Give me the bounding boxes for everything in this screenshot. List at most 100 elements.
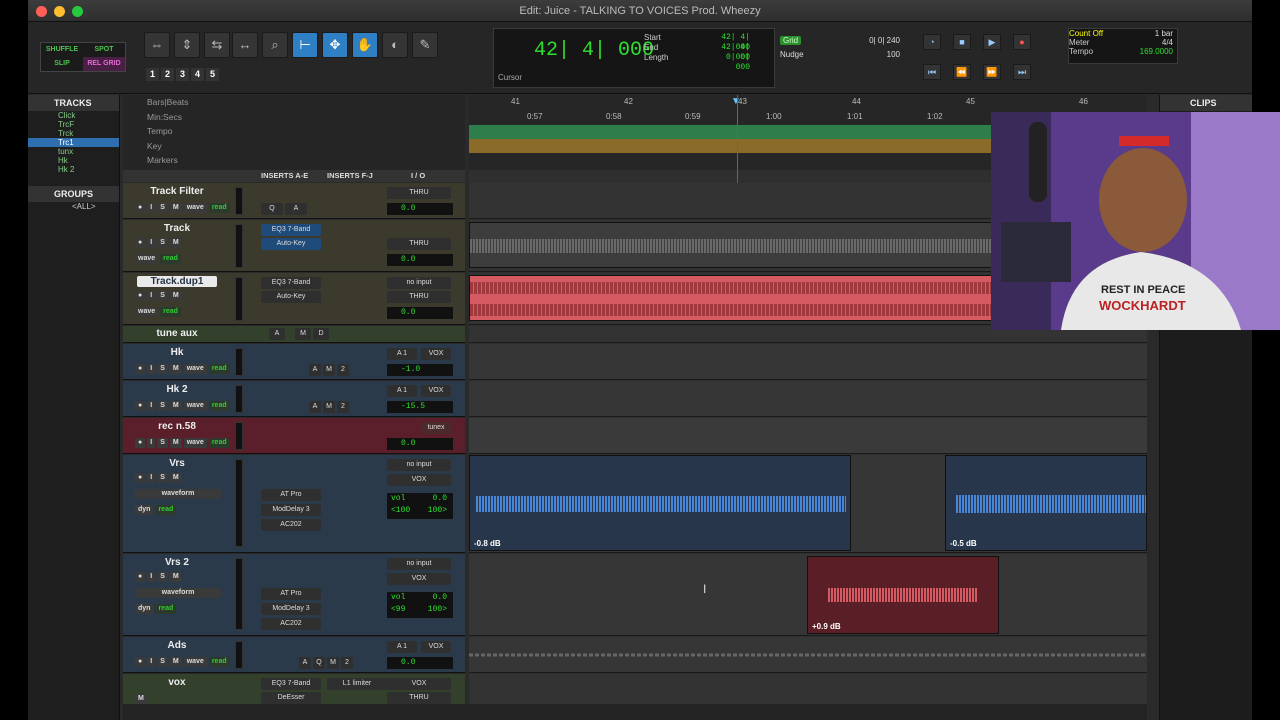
automation-mode[interactable]: read [208, 657, 230, 667]
insert-slot[interactable]: AT Pro [261, 489, 321, 501]
minimize-window-button[interactable] [54, 6, 65, 17]
volume-value[interactable]: 0.0 [387, 438, 453, 450]
insert-slot[interactable]: L1 limiter [327, 678, 387, 690]
audio-clip[interactable] [469, 222, 1009, 268]
zoom-preset-1[interactable]: 1 [146, 68, 159, 81]
input-selector[interactable]: A 1 [387, 385, 417, 397]
zoom-window-button[interactable] [72, 6, 83, 17]
insert-slot[interactable]: ModDelay 3 [261, 504, 321, 516]
view-selector[interactable]: waveform [135, 588, 221, 598]
volume-value[interactable]: 0.0 [387, 657, 453, 669]
input-monitor-button[interactable]: I [147, 203, 156, 213]
ruler-bars-beats[interactable]: Bars|Beats [123, 95, 465, 110]
volume-value[interactable]: -1.0 [387, 364, 453, 376]
insert-slot[interactable]: M [327, 657, 339, 669]
count-off-value[interactable]: 1 bar [1155, 29, 1173, 38]
view-selector[interactable]: wave [183, 401, 207, 411]
record-arm-button[interactable]: ● [135, 203, 146, 213]
lane-vox[interactable] [469, 674, 1147, 707]
automation-mode[interactable]: read [155, 505, 177, 515]
mute-button[interactable]: M [169, 657, 182, 667]
output-selector[interactable]: VOX [421, 385, 451, 397]
track-name[interactable]: vox [137, 677, 217, 688]
audio-clip[interactable]: -0.8 dB [469, 455, 851, 551]
output-selector[interactable]: VOX [387, 573, 451, 585]
insert-slot[interactable]: Auto-Key [261, 238, 321, 250]
record-icon[interactable]: ● [1013, 34, 1031, 50]
zoom-mode-icon[interactable]: ⇆ [204, 32, 230, 58]
volume-value[interactable]: 0.0 [433, 592, 447, 604]
volume-value[interactable]: 0.0 [387, 254, 453, 266]
nudge-value[interactable]: 100 [887, 50, 900, 59]
insert-slot[interactable]: M [323, 364, 335, 376]
mute-button[interactable]: M [169, 364, 182, 374]
insert-slot[interactable]: D [313, 328, 329, 340]
mute-button[interactable]: M [169, 238, 182, 248]
smart-tool-icon[interactable]: ✥ [322, 32, 348, 58]
track-list-item[interactable]: Hk 2 [28, 165, 119, 174]
automation-mode[interactable]: read [155, 604, 177, 614]
insert-slot[interactable]: A [299, 657, 311, 669]
view-selector[interactable]: waveform [135, 489, 221, 499]
play-icon[interactable]: ▶ [983, 34, 1001, 50]
grid-button[interactable]: Grid [780, 36, 802, 45]
lane-hk-2[interactable] [469, 381, 1147, 417]
record-arm-button[interactable]: ● [135, 473, 146, 483]
lane-rec-n58[interactable] [469, 418, 1147, 454]
stop-icon[interactable]: ■ [953, 34, 971, 50]
automation-mode[interactable]: read [208, 401, 230, 411]
automation-mode[interactable]: read [208, 364, 230, 374]
automation-mode[interactable]: read [160, 254, 181, 264]
view-selector[interactable]: wave [183, 657, 207, 667]
insert-slot[interactable]: AC202 [261, 519, 321, 531]
automation-mode[interactable]: read [208, 203, 230, 213]
solo-button[interactable]: S [157, 572, 168, 582]
pan-left[interactable]: <100 [391, 506, 410, 515]
input-monitor-button[interactable]: I [147, 291, 156, 301]
view-selector[interactable]: wave [183, 203, 207, 213]
zoom-preset-5[interactable]: 5 [206, 68, 219, 81]
track-name[interactable]: Track Filter [137, 186, 217, 197]
clip-gain-label[interactable]: +0.9 dB [812, 622, 841, 631]
clip-gain-label[interactable]: -0.8 dB [474, 539, 501, 548]
insert-slot[interactable]: Auto-Key [261, 291, 321, 303]
input-monitor-button[interactable]: I [147, 364, 156, 374]
input-selector[interactable]: no input [387, 459, 451, 471]
record-arm-button[interactable]: ● [135, 364, 146, 374]
input-monitor-button[interactable]: I [147, 401, 156, 411]
track-list-item[interactable]: tunx [28, 147, 119, 156]
mute-button[interactable]: M [169, 401, 182, 411]
track-name[interactable]: Ads [137, 640, 217, 651]
insert-slot[interactable]: A [285, 203, 307, 215]
ruler-key[interactable]: Key [123, 139, 465, 154]
dyn-selector[interactable]: dyn [135, 505, 154, 515]
ruler-markers[interactable]: Markers [123, 153, 465, 168]
lane-vrs-2[interactable]: +0.9 dB I [469, 554, 1147, 636]
solo-button[interactable]: S [157, 657, 168, 667]
track-name[interactable]: Track [137, 223, 217, 234]
record-arm-button[interactable]: ● [135, 572, 146, 582]
lane-hk[interactable] [469, 344, 1147, 380]
output-selector[interactable]: VOX [421, 641, 451, 653]
output-selector[interactable]: VOX [421, 348, 451, 360]
lane-vrs[interactable]: -0.8 dB -0.5 dB [469, 455, 1147, 553]
insert-slot[interactable]: EQ3 7-Band [261, 277, 321, 289]
output-selector[interactable]: THRU [387, 238, 451, 250]
volume-value[interactable]: 0.0 [433, 493, 447, 505]
insert-slot[interactable]: 2 [337, 401, 349, 413]
output-selector[interactable]: THRU [387, 291, 451, 303]
track-name[interactable]: Vrs [137, 458, 217, 469]
insert-slot[interactable]: AC202 [261, 618, 321, 630]
output-selector[interactable]: VOX [387, 678, 451, 690]
insert-slot[interactable]: 2 [341, 657, 353, 669]
clips-panel-title[interactable]: CLIPS [1160, 95, 1252, 111]
input-monitor-button[interactable]: I [147, 572, 156, 582]
tracks-panel-title[interactable]: TRACKS [28, 95, 119, 111]
insert-slot[interactable]: A [309, 401, 321, 413]
automation-mode[interactable]: read [160, 307, 181, 317]
tempo-value[interactable]: 169.0000 [1140, 47, 1173, 56]
insert-slot[interactable]: EQ3 7-Band [261, 224, 321, 236]
record-arm-button[interactable]: ● [135, 291, 146, 301]
solo-button[interactable]: S [157, 291, 168, 301]
input-monitor-button[interactable]: I [147, 238, 156, 248]
